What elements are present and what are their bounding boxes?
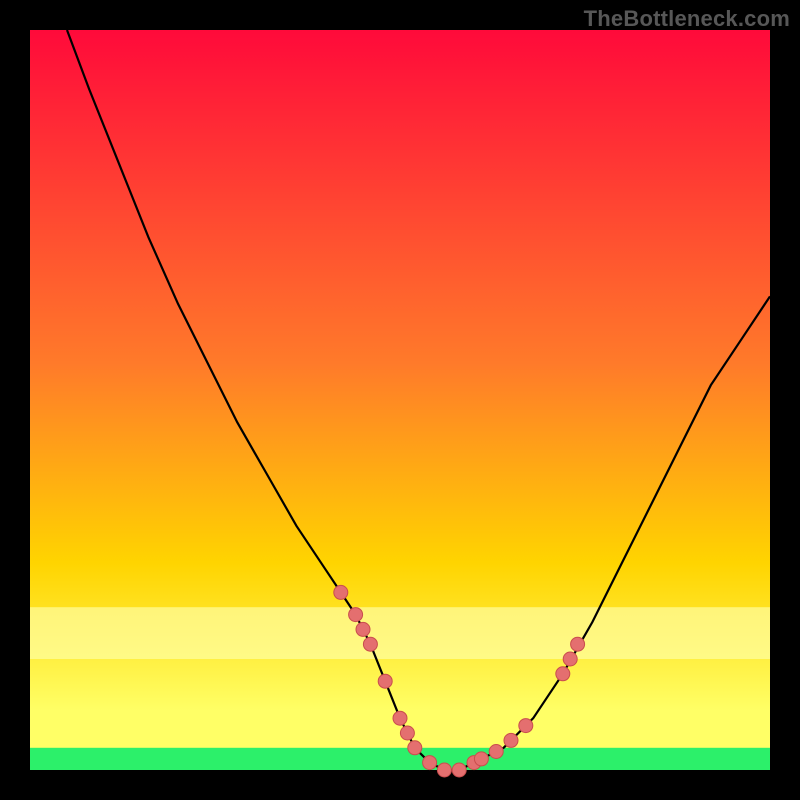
curve-marker [452,763,466,777]
curve-marker [437,763,451,777]
curve-marker [363,637,377,651]
curve-marker [489,745,503,759]
curve-marker [519,719,533,733]
curve-marker [504,733,518,747]
curve-marker [408,741,422,755]
watermark-text: TheBottleneck.com [584,6,790,32]
curve-marker [378,674,392,688]
green-bar [30,748,770,770]
chart-stage: TheBottleneck.com [0,0,800,800]
curve-marker [556,667,570,681]
curve-marker [423,756,437,770]
curve-marker [571,637,585,651]
pale-band [30,607,770,659]
curve-marker [393,711,407,725]
curve-marker [334,585,348,599]
chart-svg [0,0,800,800]
curve-marker [400,726,414,740]
curve-marker [563,652,577,666]
curve-marker [356,622,370,636]
curve-marker [349,608,363,622]
curve-marker [474,752,488,766]
